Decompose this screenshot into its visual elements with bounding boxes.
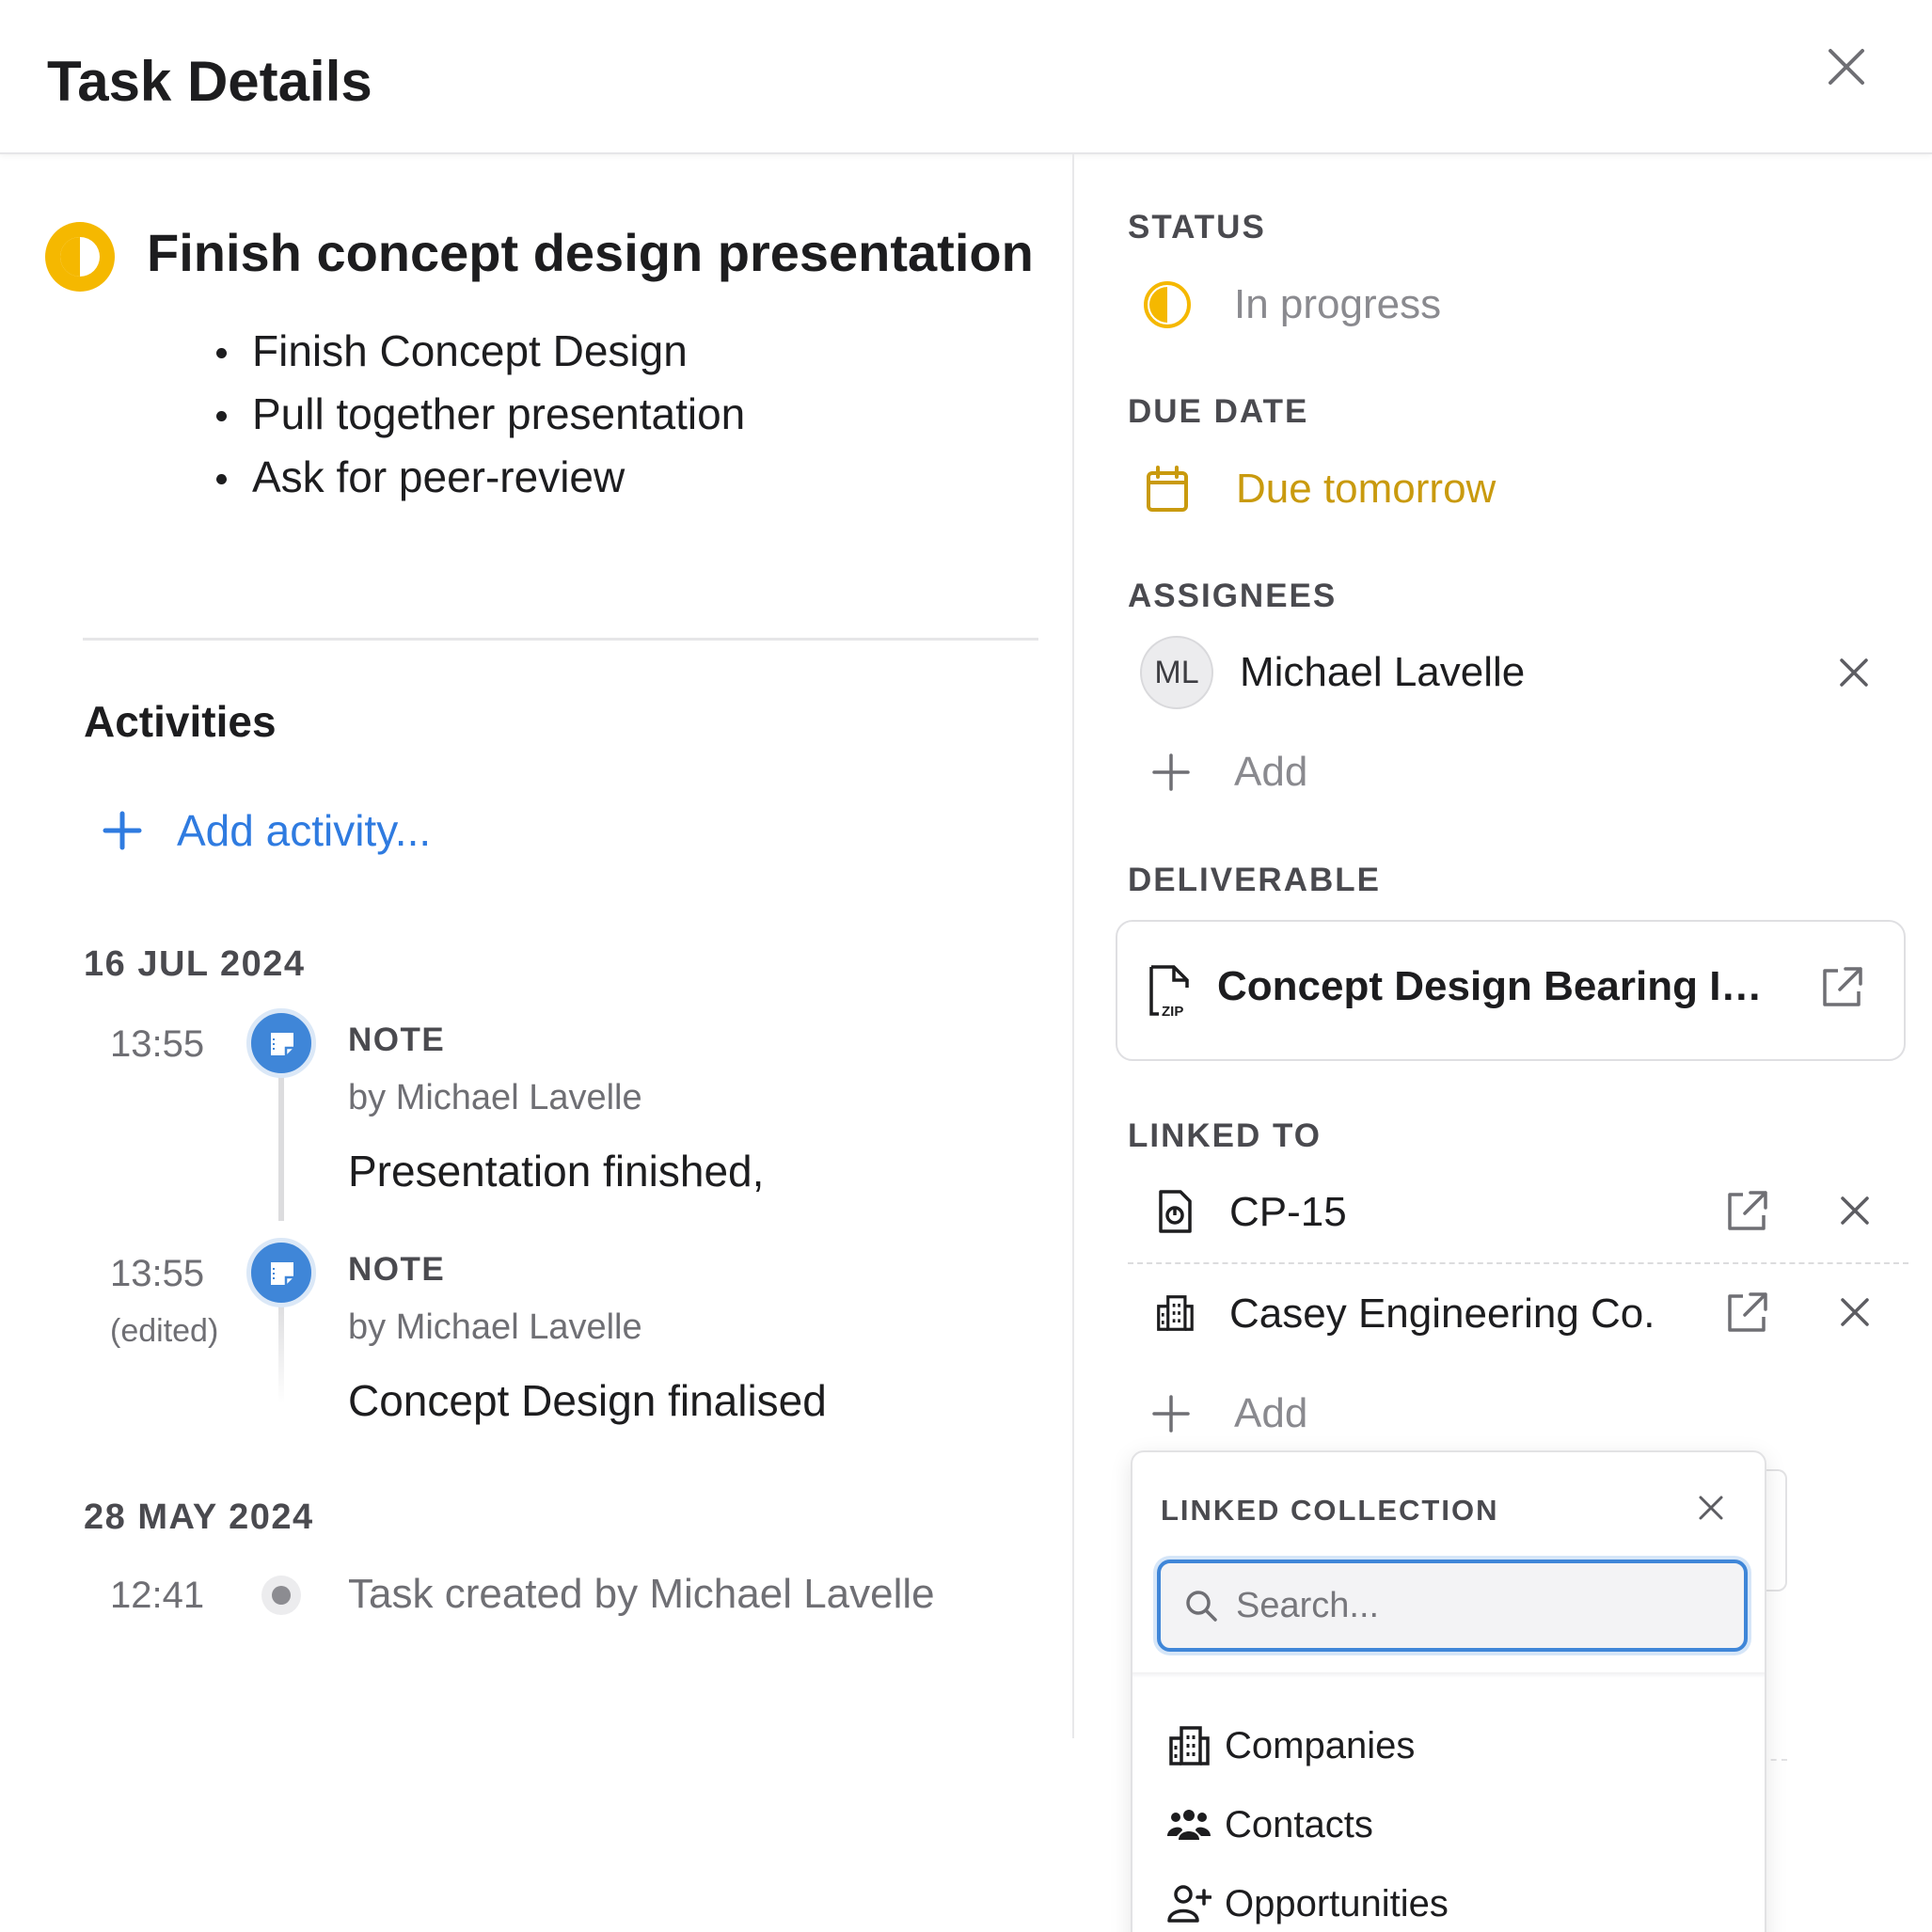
status-select[interactable]: In progress xyxy=(1144,278,1441,331)
svg-text:ZIP: ZIP xyxy=(1162,1004,1183,1020)
due-date-label: DUE DATE xyxy=(1128,393,1309,430)
dialog-title: Task Details xyxy=(47,50,372,113)
add-label: Add xyxy=(1234,749,1308,795)
option-label: Contacts xyxy=(1225,1803,1373,1845)
activity-date-header: 28 MAY 2024 xyxy=(84,1497,314,1537)
linked-item-name: CP-15 xyxy=(1229,1189,1347,1235)
due-date-picker[interactable]: Due tomorrow xyxy=(1146,463,1496,515)
building-icon xyxy=(1169,1726,1210,1766)
document-icon xyxy=(1159,1190,1192,1233)
building-icon xyxy=(1157,1295,1194,1331)
calendar-icon xyxy=(1147,466,1188,512)
option-label: Companies xyxy=(1225,1724,1416,1766)
list-divider xyxy=(1128,1262,1908,1264)
column-divider xyxy=(1072,154,1074,1738)
assignee-name: Michael Lavelle xyxy=(1240,649,1526,695)
linked-item[interactable]: CP-15 xyxy=(1128,1172,1908,1253)
deliverable-label: DELIVERABLE xyxy=(1128,862,1381,898)
external-link-icon[interactable] xyxy=(1722,1289,1771,1338)
section-divider xyxy=(83,638,1038,641)
activity-time: 12:41 xyxy=(110,1575,205,1616)
remove-link-icon[interactable] xyxy=(1839,1296,1871,1328)
add-person-icon xyxy=(1167,1885,1211,1923)
activity-time: 13:55 xyxy=(110,1023,205,1065)
in-progress-status-icon[interactable] xyxy=(45,222,115,292)
linked-item[interactable]: Casey Engineering Co. xyxy=(1128,1274,1908,1354)
activity-type: NOTE xyxy=(348,1021,446,1058)
activities-heading: Activities xyxy=(84,697,277,746)
activity-date-header: 16 JUL 2024 xyxy=(84,944,306,984)
linked-collection-popover: LINKED COLLECTION Companies Contacts xyxy=(1131,1450,1766,1932)
linked-item-name: Casey Engineering Co. xyxy=(1229,1291,1655,1337)
option-contacts[interactable]: Contacts xyxy=(1166,1797,1373,1853)
zip-file-icon: ZIP xyxy=(1149,965,1189,1020)
activity-text: Task created by Michael Lavelle xyxy=(348,1571,935,1617)
status-value: In progress xyxy=(1234,281,1442,327)
task-title[interactable]: Finish concept design presentation xyxy=(147,222,1034,283)
add-activity-button[interactable]: Add activity... xyxy=(102,805,431,856)
close-icon[interactable] xyxy=(1697,1494,1725,1522)
linked-to-label: LINKED TO xyxy=(1128,1117,1322,1154)
search-field[interactable] xyxy=(1157,1560,1748,1652)
list-item: Ask for peer-review xyxy=(216,450,745,513)
task-description-list[interactable]: Finish Concept Design Pull together pres… xyxy=(216,324,745,513)
plus-icon xyxy=(1152,753,1190,791)
close-icon[interactable] xyxy=(1825,45,1868,88)
add-activity-label: Add activity... xyxy=(177,806,432,855)
note-icon xyxy=(246,1008,316,1078)
note-icon xyxy=(246,1238,316,1307)
deliverable-name: Concept Design Bearing In... xyxy=(1217,963,1772,1009)
add-assignee-button[interactable]: Add xyxy=(1151,749,1307,796)
activity-time: 13:55 xyxy=(110,1253,205,1294)
popover-title: LINKED COLLECTION xyxy=(1161,1494,1499,1527)
activity-author: by Michael Lavelle xyxy=(348,1078,642,1117)
external-link-icon[interactable] xyxy=(1817,963,1866,1012)
plus-icon xyxy=(103,811,142,850)
search-icon xyxy=(1186,1591,1217,1622)
remove-assignee-icon[interactable] xyxy=(1838,657,1870,689)
in-progress-icon xyxy=(1144,281,1191,328)
popover-divider xyxy=(1132,1672,1765,1678)
plus-icon xyxy=(1152,1395,1190,1433)
activity-type: NOTE xyxy=(348,1251,446,1288)
note-text[interactable]: Concept Design finalised xyxy=(348,1375,827,1426)
list-item: Finish Concept Design xyxy=(216,324,745,387)
add-label: Add xyxy=(1234,1390,1308,1436)
avatar: ML xyxy=(1140,636,1213,709)
external-link-icon[interactable] xyxy=(1722,1187,1771,1236)
edited-label: (edited) xyxy=(110,1313,219,1349)
status-label: STATUS xyxy=(1128,209,1266,245)
add-link-button[interactable]: Add xyxy=(1151,1390,1307,1437)
activity-author: by Michael Lavelle xyxy=(348,1307,642,1347)
search-input[interactable] xyxy=(1236,1578,1725,1633)
timeline-connector xyxy=(278,1070,284,1221)
note-text[interactable]: Presentation finished, xyxy=(348,1146,764,1196)
remove-link-icon[interactable] xyxy=(1839,1195,1871,1227)
assignee-item: ML Michael Lavelle xyxy=(1140,636,1883,711)
option-opportunities[interactable]: Opportunities xyxy=(1166,1876,1449,1932)
deliverable-card[interactable]: ZIP Concept Design Bearing In... xyxy=(1116,920,1906,1061)
option-companies[interactable]: Companies xyxy=(1166,1718,1415,1774)
contacts-icon xyxy=(1167,1810,1211,1840)
timeline-connector xyxy=(278,1300,284,1403)
list-item: Pull together presentation xyxy=(216,387,745,450)
dialog-header: Task Details xyxy=(0,0,1932,154)
option-label: Opportunities xyxy=(1225,1882,1449,1924)
assignees-label: ASSIGNEES xyxy=(1128,578,1338,614)
due-date-value: Due tomorrow xyxy=(1236,466,1497,512)
created-event-icon xyxy=(261,1576,301,1615)
